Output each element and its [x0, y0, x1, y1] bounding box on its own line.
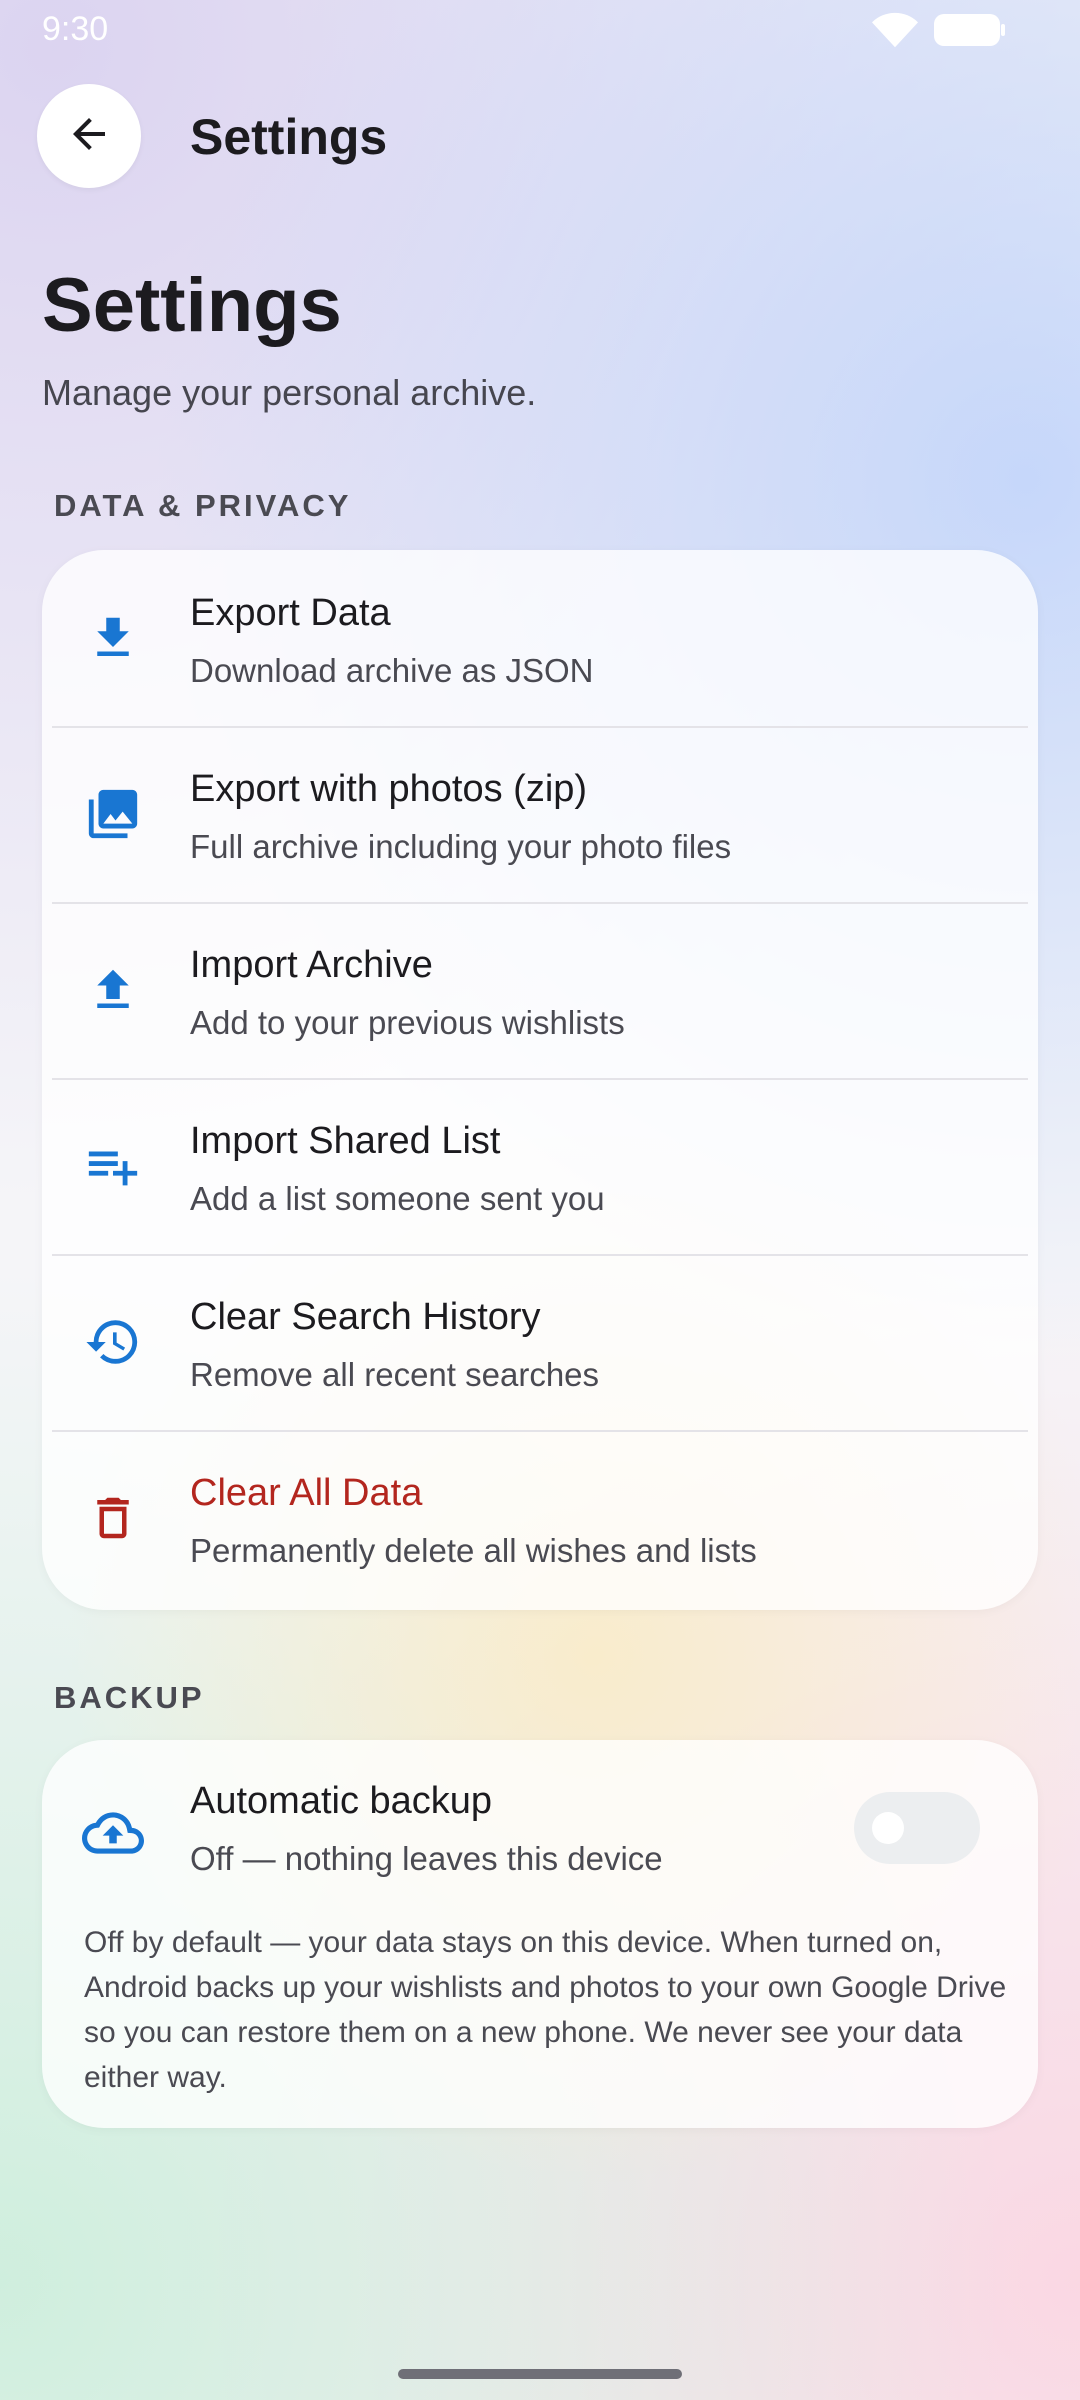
- row-subtitle: Add a list someone sent you: [190, 1180, 605, 1217]
- app-bar: Settings: [0, 80, 1080, 190]
- row-title: Clear Search History: [190, 1296, 541, 1338]
- import-archive-row[interactable]: Import Archive Add to your previous wish…: [42, 902, 1038, 1078]
- automatic-backup-toggle[interactable]: [854, 1792, 980, 1864]
- home-indicator[interactable]: [398, 2369, 682, 2379]
- row-subtitle: Full archive including your photo files: [190, 828, 732, 865]
- import-shared-list-row[interactable]: Import Shared List Add a list someone se…: [42, 1078, 1038, 1254]
- photo-library-icon: [82, 783, 144, 845]
- wifi-icon: [872, 12, 918, 53]
- clear-search-history-row[interactable]: Clear Search History Remove all recent s…: [42, 1254, 1038, 1430]
- cloud-upload-icon: [82, 1802, 144, 1864]
- row-subtitle: Remove all recent searches: [190, 1356, 600, 1393]
- row-subtitle: Add to your previous wishlists: [190, 1004, 625, 1041]
- row-title: Import Shared List: [190, 1120, 501, 1162]
- section-header-backup: BACKUP: [54, 1680, 205, 1715]
- row-title: Import Archive: [190, 944, 433, 986]
- export-photos-row[interactable]: Export with photos (zip) Full archive in…: [42, 726, 1038, 902]
- status-time: 9:30: [42, 10, 109, 48]
- automatic-backup-row[interactable]: Automatic backup Off — nothing leaves th…: [42, 1740, 1038, 1930]
- page-title: Settings: [42, 263, 342, 348]
- row-subtitle: Permanently delete all wishes and lists: [190, 1532, 757, 1569]
- arrow-back-icon: [65, 110, 113, 163]
- backup-card: Automatic backup Off — nothing leaves th…: [42, 1740, 1038, 2128]
- backup-note: Off by default — your data stays on this…: [84, 1926, 1007, 2094]
- download-icon: [82, 607, 144, 669]
- clear-all-data-row[interactable]: Clear All Data Permanently delete all wi…: [42, 1430, 1038, 1606]
- row-title: Export with photos (zip): [190, 768, 588, 810]
- back-button[interactable]: [37, 84, 141, 188]
- status-bar: 9:30: [0, 0, 1080, 60]
- upload-icon: [82, 959, 144, 1021]
- row-title: Clear All Data: [190, 1472, 423, 1514]
- row-title: Export Data: [190, 592, 391, 634]
- playlist-add-icon: [82, 1135, 144, 1197]
- battery-icon: [934, 14, 1006, 46]
- row-subtitle: Download archive as JSON: [190, 652, 594, 689]
- app-bar-title: Settings: [190, 109, 388, 165]
- data-privacy-card: Export Data Download archive as JSON Exp…: [42, 550, 1038, 1610]
- trash-icon: [82, 1487, 144, 1549]
- export-data-row[interactable]: Export Data Download archive as JSON: [42, 550, 1038, 726]
- history-icon: [82, 1311, 144, 1373]
- section-header-data-privacy: DATA & PRIVACY: [54, 488, 352, 523]
- page-subtitle: Manage your personal archive.: [42, 372, 537, 413]
- backup-title: Automatic backup: [190, 1780, 493, 1822]
- toggle-thumb: [872, 1812, 904, 1844]
- backup-subtitle: Off — nothing leaves this device: [190, 1840, 663, 1877]
